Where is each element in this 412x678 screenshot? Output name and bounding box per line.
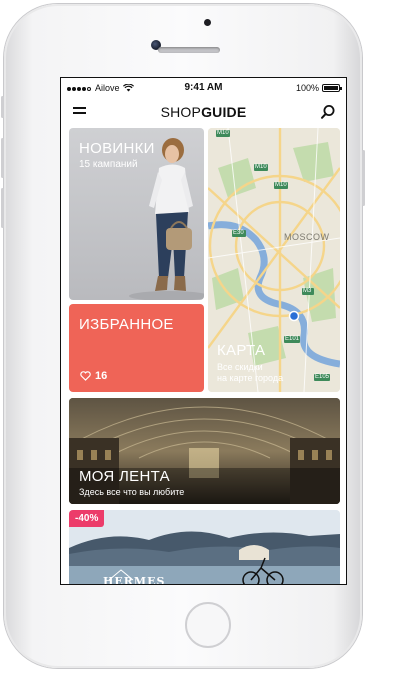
tile-promo-hermes[interactable]: -40% HERMES	[69, 510, 340, 585]
road-marker-m3: M3	[303, 288, 312, 294]
proximity-sensor	[204, 19, 211, 26]
earpiece-speaker	[158, 47, 220, 53]
tile-my-feed[interactable]: МОЯ ЛЕНТА Здесь все что вы любите	[69, 398, 340, 504]
battery-icon	[322, 84, 342, 92]
power-button	[362, 150, 365, 206]
mute-switch	[1, 96, 4, 118]
road-marker-e105: E105	[315, 374, 330, 380]
map-city-label: MOSCOW	[284, 232, 330, 242]
status-bar: Ailove 9:41 AM 100%	[61, 78, 346, 98]
road-marker-m10-b: M10	[255, 164, 267, 170]
road-marker-e30: E30	[233, 230, 244, 236]
road-marker-m10-c: M10	[275, 182, 287, 188]
app-screen: Ailove 9:41 AM 100% SHOPGUIDE НОВИНКИ 15…	[60, 77, 347, 585]
app-title-guide: GUIDE	[201, 104, 247, 120]
tile-new-title: НОВИНКИ	[79, 140, 155, 157]
promo-lake-photo	[69, 510, 340, 584]
tile-favorites[interactable]: ИЗБРАННОЕ 16	[69, 304, 204, 392]
volume-down-button	[1, 188, 4, 228]
tile-map-title: КАРТА	[217, 342, 266, 359]
tile-feed-subtitle: Здесь все что вы любите	[79, 487, 185, 497]
tile-new-arrivals[interactable]: НОВИНКИ 15 кампаний	[69, 128, 204, 300]
discount-badge: -40%	[69, 510, 105, 527]
road-marker-e101: E101	[285, 336, 300, 342]
map-location-pin-icon[interactable]	[288, 310, 300, 322]
tile-new-subtitle: 15 кампаний	[79, 159, 138, 170]
tile-map-subtitle-2: на карте города	[217, 373, 284, 383]
search-icon[interactable]	[320, 104, 336, 120]
favorites-count: 16	[80, 370, 107, 382]
status-right: 100%	[295, 83, 342, 93]
tile-map-subtitle-1: Все скидки	[217, 362, 263, 372]
app-header: SHOPGUIDE	[61, 98, 346, 126]
volume-up-button	[1, 138, 4, 178]
home-button[interactable]	[185, 602, 231, 648]
tile-feed-title: МОЯ ЛЕНТА	[79, 468, 170, 485]
brand-logo: HERMES	[103, 575, 166, 585]
battery-percent: 100%	[295, 83, 319, 93]
app-logo-title: SHOPGUIDE	[61, 104, 346, 120]
tile-map[interactable]: M10 M10 M10 E30 M3 E101 E105 MOSCOW КАРТ…	[208, 128, 340, 392]
road-marker-m10-a: M10	[217, 130, 229, 136]
app-title-shop: SHOP	[160, 104, 202, 120]
heart-icon	[80, 371, 91, 381]
favorites-count-value: 16	[95, 370, 108, 382]
tile-favorites-title: ИЗБРАННОЕ	[79, 316, 174, 333]
